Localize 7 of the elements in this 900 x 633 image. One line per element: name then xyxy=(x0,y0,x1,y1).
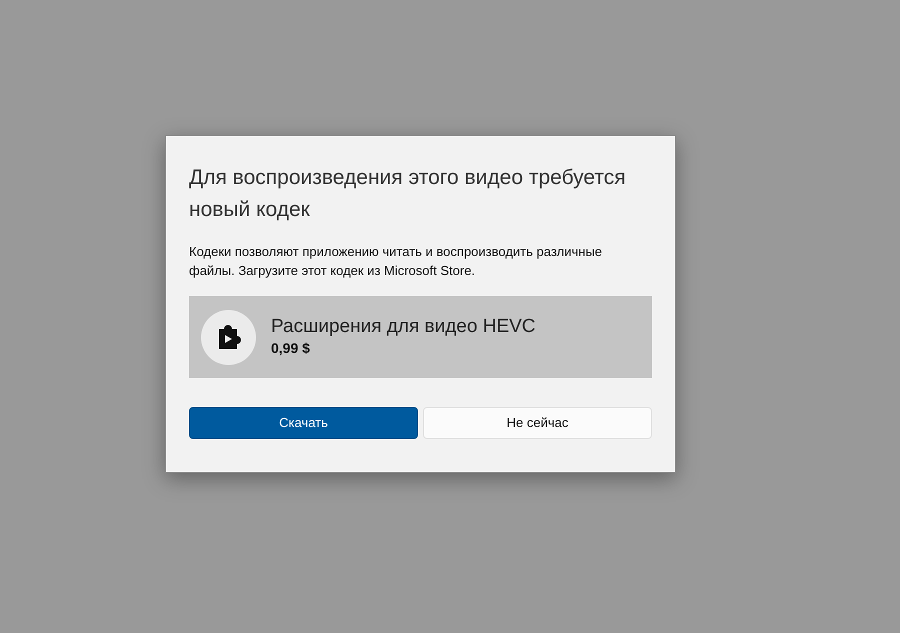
dialog-title: Для воспроизведения этого видео требуется новый кодек xyxy=(189,165,627,223)
product-name: Расширения для видео HEVC xyxy=(271,316,536,338)
dialog-message: Кодеки позволяют приложению читать и воспроизводить различные файлы. Загрузите этот кодек из Microsoft Store. xyxy=(189,243,604,280)
product-price: 0,99 $ xyxy=(271,338,311,358)
not-now-button[interactable]: Не сейчас xyxy=(423,407,652,439)
product-card[interactable]: Расширения для видео HEVC 0,99 $ xyxy=(189,296,652,378)
download-button[interactable]: Скачать xyxy=(189,407,418,439)
